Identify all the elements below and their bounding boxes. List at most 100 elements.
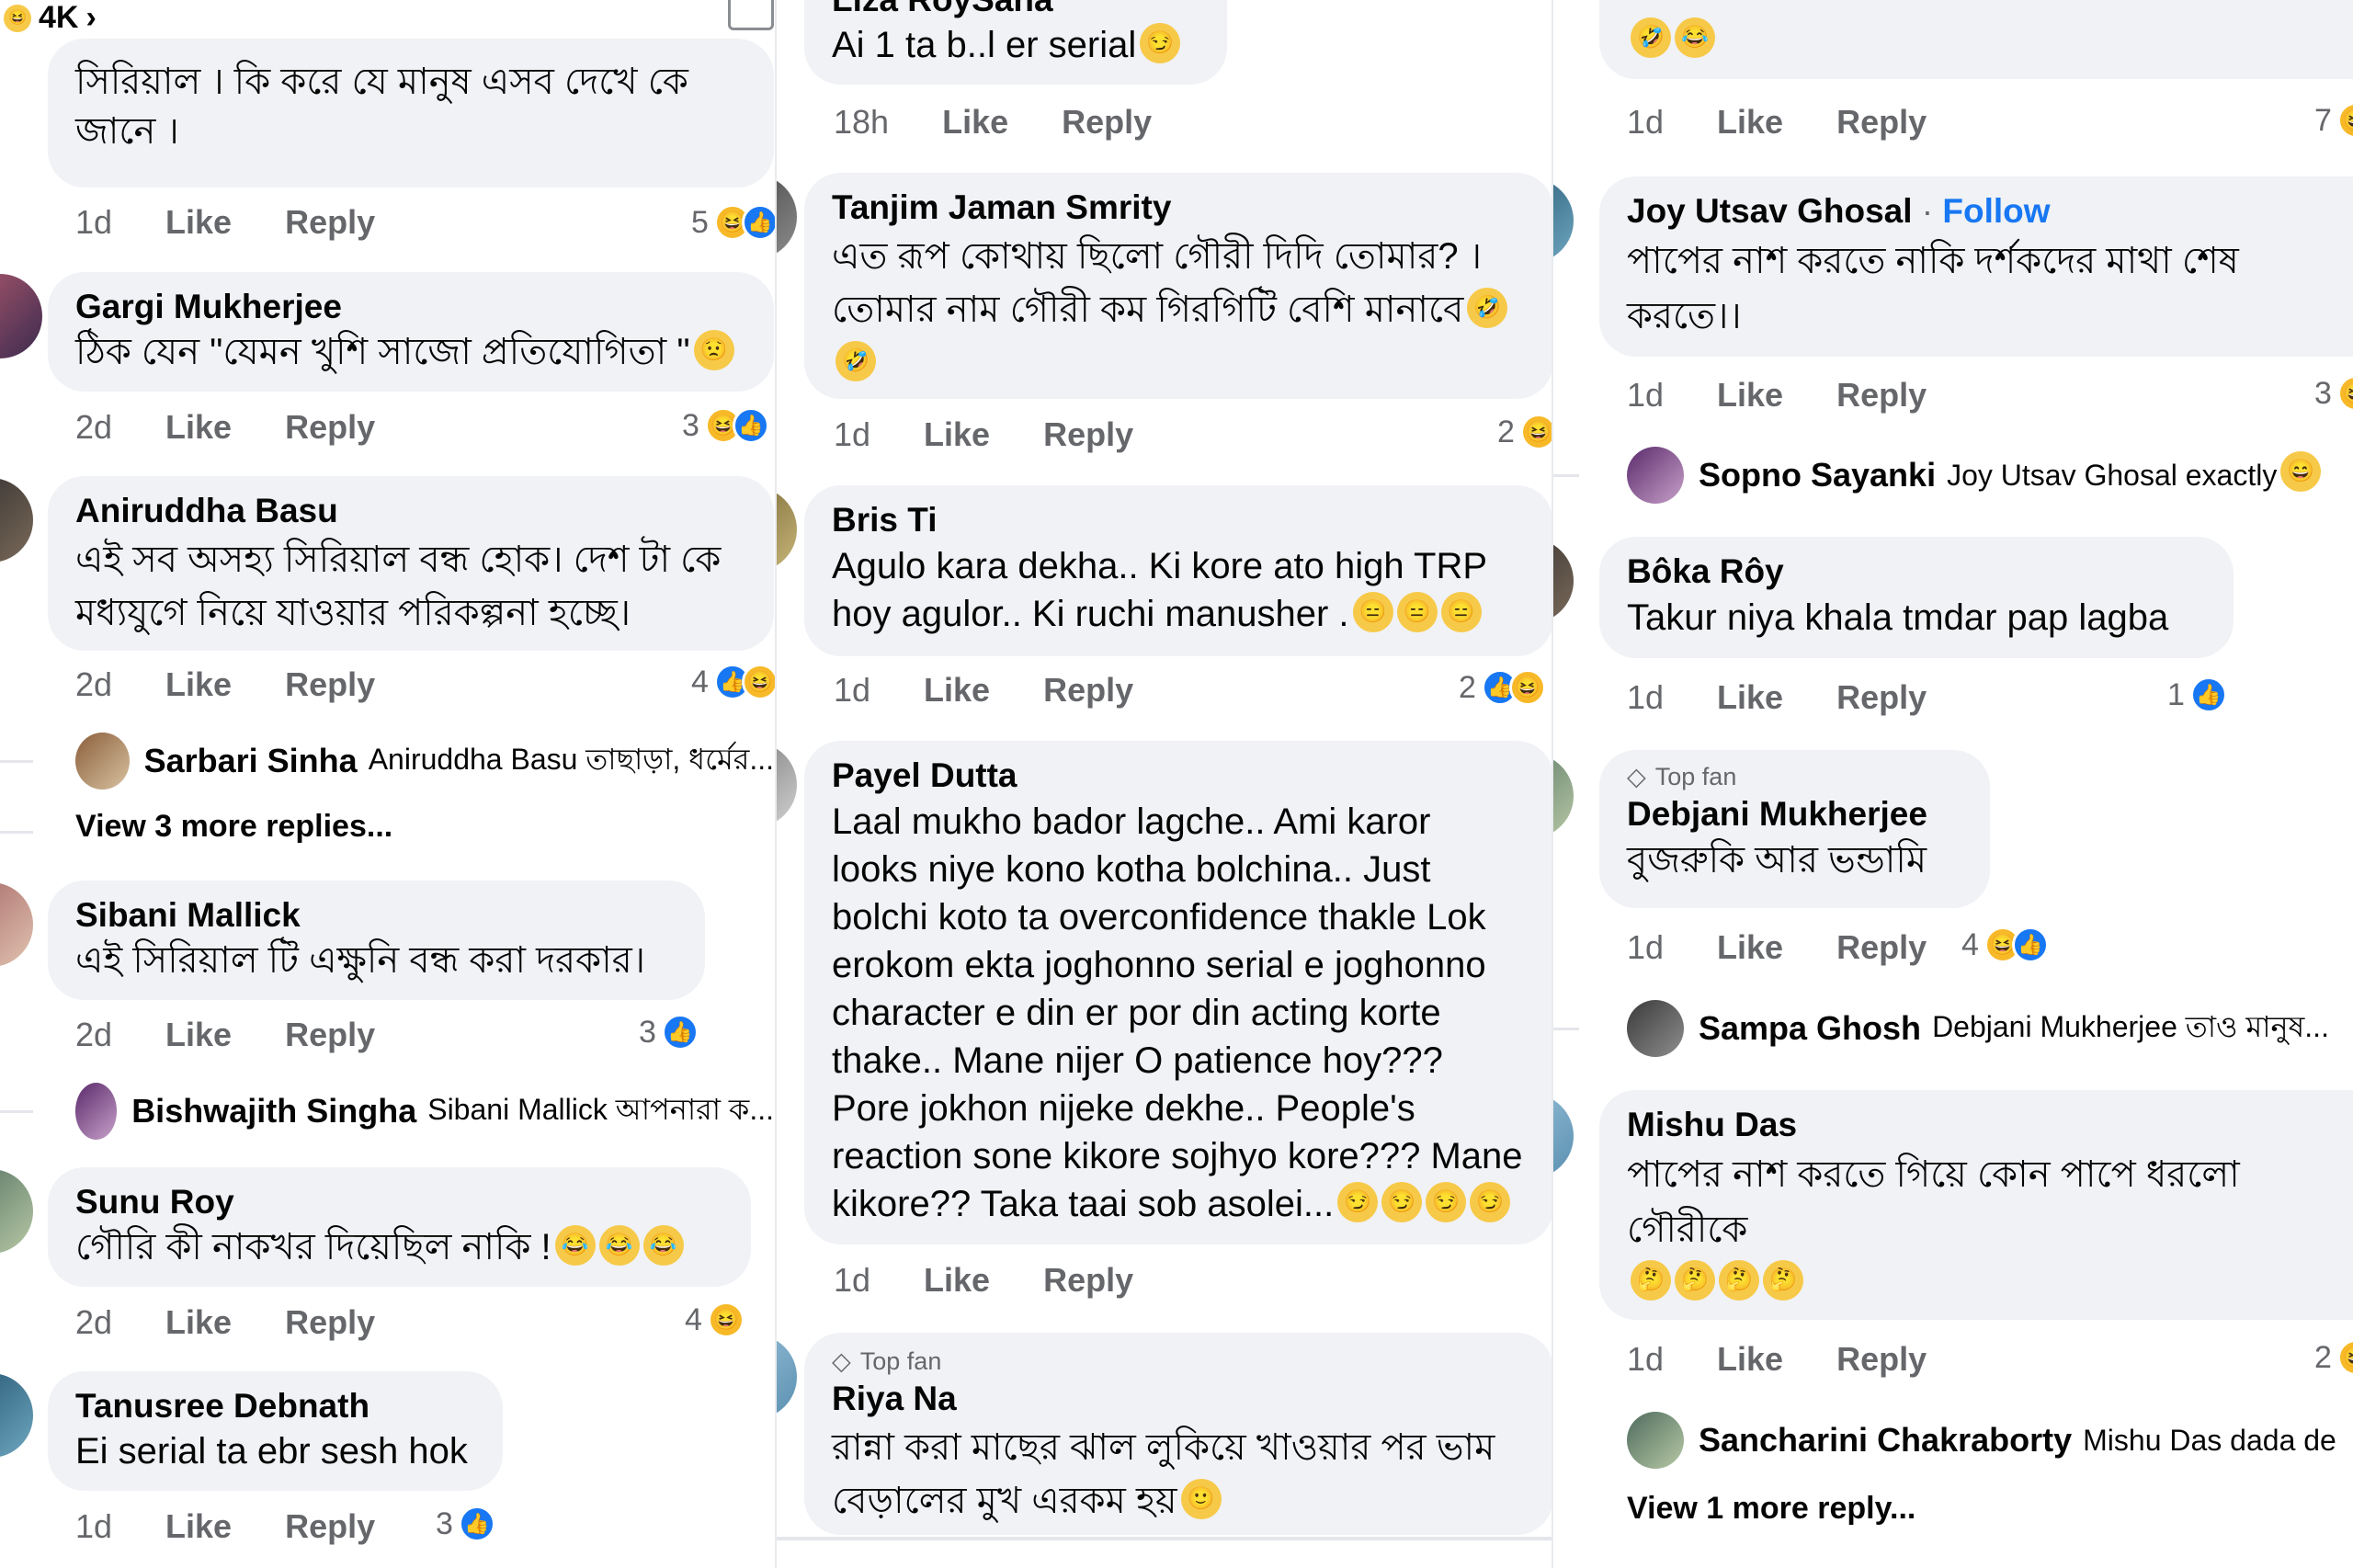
reply-button[interactable]: Reply [285, 203, 375, 242]
smiling-face-icon: 😄 [2280, 451, 2322, 492]
separator: · [1921, 192, 1934, 230]
share-icon[interactable] [728, 0, 774, 30]
reaction-count[interactable]: 4 😆 [685, 1297, 745, 1343]
reply-button[interactable]: Reply [285, 665, 375, 704]
commenter-name[interactable]: Gargi Mukherjee [75, 285, 746, 329]
reply-preview[interactable]: Bishwajith Singha Sibani Mallick আপনারা … [75, 1083, 774, 1140]
like-button[interactable]: Like [165, 1507, 232, 1546]
like-button[interactable]: Like [165, 1016, 232, 1054]
commenter-name[interactable]: Bôka Rôy [1627, 550, 2206, 594]
reaction-number: 1 [2167, 676, 2185, 712]
commenter-name[interactable]: Sibani Mallick [75, 893, 677, 937]
reply-preview[interactable]: Sarbari Sinha Aniruddha Basu তাছাড়া, ধর… [75, 733, 774, 790]
follow-button[interactable]: Follow [1942, 192, 2050, 230]
like-button[interactable]: Like [924, 1261, 990, 1300]
reply-button[interactable]: Reply [1836, 678, 1927, 717]
reply-button[interactable]: Reply [1836, 928, 1927, 967]
avatar[interactable] [0, 478, 33, 562]
chevron-right-icon: › [85, 0, 97, 35]
commenter-name[interactable]: Riya Na [832, 1377, 1526, 1421]
reply-author[interactable]: Sarbari Sinha [144, 742, 358, 780]
top-fan-badge: ◇ Top fan [832, 1346, 1526, 1377]
avatar[interactable] [0, 882, 33, 967]
reply-author[interactable]: Sancharini Chakraborty [1699, 1421, 2072, 1460]
reaction-number: 4 [691, 664, 709, 699]
like-button[interactable]: Like [924, 671, 990, 710]
avatar[interactable] [777, 1335, 797, 1419]
avatar[interactable] [1553, 754, 1574, 838]
commenter-name[interactable]: Debjani Mukherjee [1627, 792, 1962, 836]
commenter-name[interactable]: Liza RoySaha [832, 0, 1199, 22]
reaction-count[interactable]: 1 👍 [2167, 672, 2227, 718]
reply-button[interactable]: Reply [1043, 415, 1133, 454]
reply-button[interactable]: Reply [285, 1016, 375, 1054]
reaction-count[interactable]: 2 👍 😆 [1459, 665, 1546, 710]
reaction-count[interactable]: 4 👍 😆 [691, 659, 777, 705]
comment-bubble: 🤣 😂 [1599, 0, 2353, 79]
reply-button[interactable]: Reply [1062, 103, 1152, 142]
reaction-count[interactable]: 7 😆 [2314, 97, 2353, 143]
avatar[interactable] [777, 175, 797, 259]
commenter-name[interactable]: Payel Dutta [832, 754, 1526, 798]
thinking-face-icon: 🤔 [1675, 1260, 1715, 1301]
avatar[interactable] [777, 487, 797, 572]
like-button[interactable]: Like [1717, 103, 1783, 142]
like-button[interactable]: Like [1717, 1340, 1783, 1379]
reply-button[interactable]: Reply [1043, 1261, 1133, 1300]
commenter-name[interactable]: Tanusree Debnath [75, 1384, 475, 1428]
reaction-count[interactable]: 3 👍 [436, 1501, 495, 1547]
like-button[interactable]: Like [1717, 928, 1783, 967]
like-button[interactable]: Like [165, 203, 232, 242]
avatar[interactable] [1553, 539, 1574, 623]
divider [777, 1537, 1553, 1540]
reply-button[interactable]: Reply [285, 408, 375, 447]
like-button[interactable]: Like [1717, 678, 1783, 717]
reaction-count[interactable]: 5 😆 👍 [691, 199, 777, 245]
like-button[interactable]: Like [165, 1303, 232, 1342]
reaction-count[interactable]: 3 😆 👍 [682, 403, 769, 449]
avatar[interactable] [0, 1169, 33, 1254]
like-button[interactable]: Like [165, 665, 232, 704]
avatar[interactable] [777, 743, 797, 827]
reply-author[interactable]: Sampa Ghosh [1699, 1009, 1921, 1048]
view-more-replies-link[interactable]: View 1 more reply... [1627, 1491, 1915, 1527]
commenter-name[interactable]: Mishu Das [1627, 1103, 2353, 1147]
reaction-count[interactable]: 3 👍 [639, 1009, 699, 1055]
commenter-name[interactable]: Tanjim Jaman Smrity [832, 186, 1526, 230]
comment-time: 1d [1627, 1340, 1665, 1378]
reply-preview[interactable]: Sopno Sayanki Joy Utsav Ghosal exactly 😄 [1627, 447, 2353, 504]
reply-author[interactable]: Bishwajith Singha [131, 1092, 416, 1131]
like-button[interactable]: Like [942, 103, 1008, 142]
reply-preview[interactable]: Sancharini Chakraborty Mishu Das dada de [1627, 1412, 2353, 1469]
reaction-count[interactable]: 2 😆 [1497, 409, 1553, 455]
reply-button[interactable]: Reply [1836, 103, 1927, 142]
view-more-replies-link[interactable]: View 3 more replies... [75, 809, 392, 845]
comment-bubble: Aniruddha Basu এই সব অসহ্য সিরিয়াল বন্ধ… [48, 476, 774, 651]
like-button[interactable]: Like [165, 408, 232, 447]
comment-text: Takur niya khala tmdar pap lagba [1627, 597, 2169, 638]
commenter-name[interactable]: Aniruddha Basu [75, 489, 746, 533]
avatar[interactable] [1553, 178, 1574, 263]
reaction-summary[interactable]: 😆 4K › [0, 0, 97, 36]
commenter-name[interactable]: Joy Utsav Ghosal [1627, 192, 1913, 230]
commenter-name[interactable]: Bris Ti [832, 498, 1526, 542]
reply-button[interactable]: Reply [285, 1507, 375, 1546]
reaction-count[interactable]: 2 😆 [2314, 1335, 2353, 1381]
reply-author[interactable]: Sopno Sayanki [1699, 456, 1936, 494]
avatar[interactable] [0, 1373, 33, 1458]
avatar[interactable] [1553, 1094, 1574, 1178]
reaction-count[interactable]: 3 😆 [2314, 370, 2353, 416]
reply-button[interactable]: Reply [285, 1303, 375, 1342]
comment-actions: 1d Like Reply [1627, 925, 1927, 971]
commenter-name[interactable]: Sunu Roy [75, 1180, 723, 1224]
like-button[interactable]: Like [924, 415, 990, 454]
reply-button[interactable]: Reply [1836, 376, 1927, 415]
avatar[interactable] [0, 274, 42, 358]
like-button[interactable]: Like [1717, 376, 1783, 415]
comment-time: 1d [834, 671, 871, 709]
reply-preview[interactable]: Sampa Ghosh Debjani Mukherjee তাও মানুষ.… [1627, 1000, 2353, 1057]
reaction-count[interactable]: 4 😆 👍 [1961, 922, 2049, 968]
reply-button[interactable]: Reply [1836, 1340, 1927, 1379]
reply-button[interactable]: Reply [1043, 671, 1133, 710]
diamond-icon: ◇ [832, 1347, 851, 1375]
